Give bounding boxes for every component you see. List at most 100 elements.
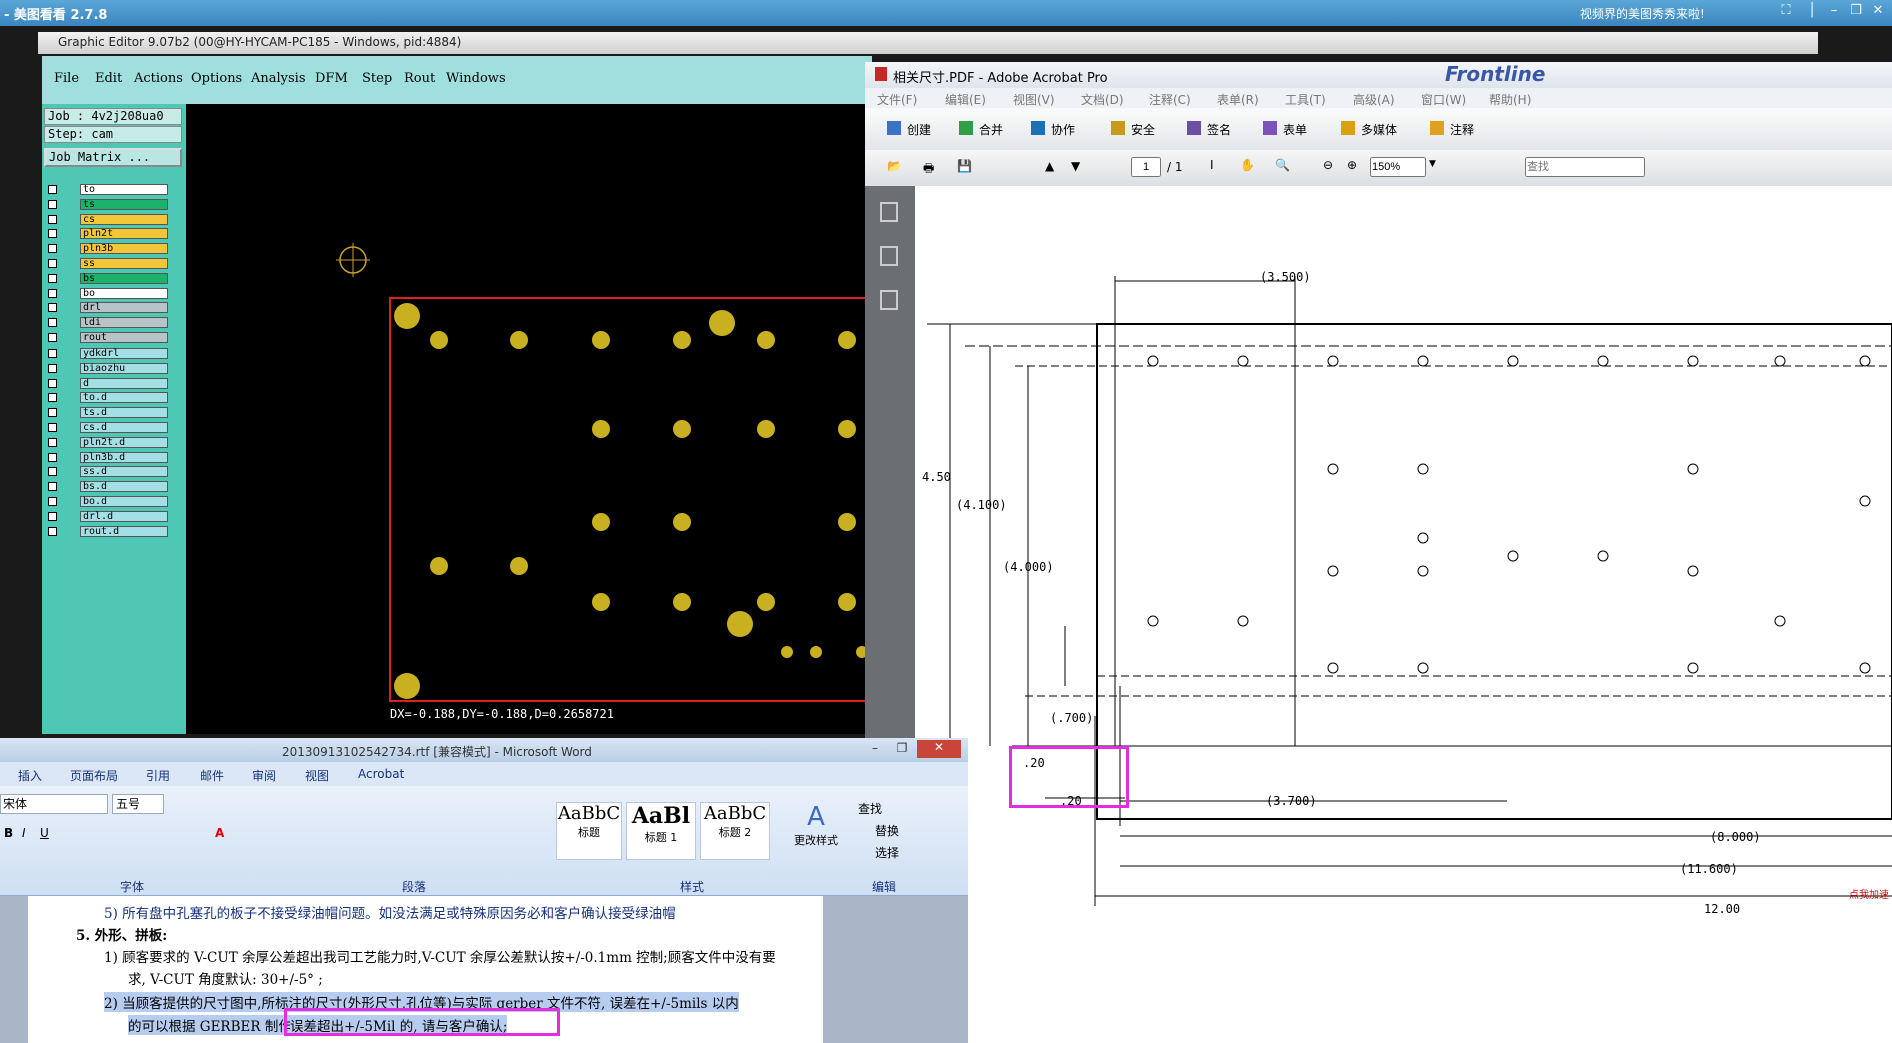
layer-row[interactable]: cs bbox=[48, 213, 178, 226]
style-heading-1[interactable]: AaBl 标题 1 bbox=[626, 802, 696, 860]
acrobat-menu-item[interactable]: 表单(R) bbox=[1217, 91, 1259, 108]
menu-file[interactable]: File bbox=[54, 71, 79, 86]
layer-row[interactable]: to bbox=[48, 184, 178, 196]
underline-button[interactable]: U bbox=[40, 826, 49, 840]
menu-rout[interactable]: Rout bbox=[404, 71, 435, 86]
acrobat-menu-item[interactable]: 注释(C) bbox=[1149, 91, 1191, 108]
word-tab[interactable]: Acrobat bbox=[358, 767, 404, 781]
layer-checkbox[interactable] bbox=[48, 393, 57, 403]
zoom-in-icon[interactable]: ⊕ bbox=[1347, 158, 1357, 172]
acrobat-menu-item[interactable]: 工具(T) bbox=[1285, 91, 1326, 108]
layer-checkbox[interactable] bbox=[48, 303, 57, 312]
layer-checkbox[interactable] bbox=[48, 288, 57, 298]
layer-row[interactable]: d bbox=[48, 377, 178, 390]
layer-row[interactable]: rout.d bbox=[48, 525, 178, 538]
word-restore-icon[interactable]: ❐ bbox=[890, 741, 914, 755]
toolbar-button[interactable]: 多媒体 bbox=[1361, 121, 1397, 138]
menu-options[interactable]: Options bbox=[191, 71, 242, 86]
layer-checkbox[interactable] bbox=[48, 349, 57, 358]
replace-button[interactable]: 替换 bbox=[875, 822, 899, 839]
pages-icon[interactable] bbox=[880, 202, 898, 222]
layer-row[interactable]: bs.d bbox=[48, 481, 178, 493]
zoom-input[interactable] bbox=[1370, 157, 1426, 177]
zoom-tool-icon[interactable]: 🔍 bbox=[1275, 158, 1290, 172]
find-input[interactable] bbox=[1525, 157, 1645, 177]
layer-row[interactable]: ldi bbox=[48, 316, 178, 329]
layer-checkbox[interactable] bbox=[48, 423, 57, 432]
layer-checkbox[interactable] bbox=[48, 467, 57, 477]
layer-row[interactable]: biaozhu bbox=[48, 362, 178, 375]
layer-row[interactable]: bo.d bbox=[48, 496, 178, 508]
word-page[interactable]: 5) 所有盘中孔塞孔的板子不接受绿油帽问题。如没法满足或特殊原因务必和客户确认接… bbox=[28, 896, 823, 1043]
layer-row[interactable]: drl bbox=[48, 302, 178, 314]
select-tool-icon[interactable]: I bbox=[1210, 158, 1214, 172]
acrobat-menu-item[interactable]: 编辑(E) bbox=[945, 91, 986, 108]
font-name-select[interactable]: 宋体 bbox=[0, 794, 108, 814]
acrobat-menu-item[interactable]: 文档(D) bbox=[1081, 91, 1124, 108]
pin-icon[interactable]: │ bbox=[1802, 3, 1822, 21]
layer-row[interactable]: ss bbox=[48, 258, 178, 270]
word-tab[interactable]: 视图 bbox=[305, 767, 329, 784]
minimize-icon[interactable]: – bbox=[1824, 3, 1844, 21]
word-tab[interactable]: 审阅 bbox=[252, 767, 276, 784]
save-icon[interactable]: 💾 bbox=[957, 159, 972, 173]
fullscreen-icon[interactable]: ⛶ bbox=[1776, 3, 1796, 21]
acrobat-menu-item[interactable]: 帮助(H) bbox=[1489, 91, 1531, 108]
italic-button[interactable]: I bbox=[22, 826, 26, 840]
toolbar-button[interactable]: 合并 bbox=[979, 121, 1003, 138]
layer-checkbox[interactable] bbox=[48, 482, 57, 492]
style-heading-2[interactable]: AaBbC 标题 2 bbox=[700, 802, 770, 860]
layer-row[interactable]: drl.d bbox=[48, 510, 178, 523]
toolbar-button[interactable]: 安全 bbox=[1131, 121, 1155, 138]
layer-row[interactable]: cs.d bbox=[48, 422, 178, 434]
layer-checkbox[interactable] bbox=[48, 273, 57, 283]
layer-checkbox[interactable] bbox=[48, 259, 57, 268]
layer-row[interactable]: ydkdrl bbox=[48, 348, 178, 360]
print-icon[interactable]: 🖶 bbox=[923, 159, 934, 180]
zoom-out-icon[interactable]: ⊖ bbox=[1323, 158, 1333, 172]
layer-row[interactable]: pln2t bbox=[48, 228, 178, 240]
toolbar-button[interactable]: 表单 bbox=[1283, 121, 1307, 138]
layer-checkbox[interactable] bbox=[48, 408, 57, 418]
layer-checkbox[interactable] bbox=[48, 378, 57, 388]
next-page-icon[interactable]: ▼ bbox=[1071, 159, 1080, 173]
layer-checkbox[interactable] bbox=[48, 214, 57, 224]
layer-checkbox[interactable] bbox=[48, 363, 57, 373]
acrobat-menu-item[interactable]: 窗口(W) bbox=[1421, 91, 1466, 108]
layer-row[interactable]: pln2t.d bbox=[48, 436, 178, 449]
speed-up-promo[interactable]: 点我加速 bbox=[1849, 886, 1892, 901]
style-normal[interactable]: AaBbC 标题 bbox=[556, 802, 622, 860]
font-color-button[interactable]: A bbox=[215, 826, 224, 840]
menu-windows[interactable]: Windows bbox=[446, 71, 506, 86]
layer-checkbox[interactable] bbox=[48, 244, 57, 254]
word-tab[interactable]: 页面布局 bbox=[70, 767, 118, 784]
close-icon[interactable]: ✕ bbox=[1868, 3, 1888, 21]
menu-edit[interactable]: Edit bbox=[95, 71, 122, 86]
layer-row[interactable]: to.d bbox=[48, 392, 178, 404]
acrobat-menu-item[interactable]: 文件(F) bbox=[877, 91, 917, 108]
layer-checkbox[interactable] bbox=[48, 332, 57, 342]
acrobat-menu-item[interactable]: 视图(V) bbox=[1013, 91, 1055, 108]
word-tab[interactable]: 引用 bbox=[146, 767, 170, 784]
layer-row[interactable]: ts bbox=[48, 198, 178, 211]
layer-checkbox[interactable] bbox=[48, 511, 57, 521]
layer-row[interactable]: bo bbox=[48, 287, 178, 300]
signatures-icon[interactable] bbox=[880, 290, 898, 310]
layer-checkbox[interactable] bbox=[48, 526, 57, 536]
menu-step[interactable]: Step bbox=[362, 71, 392, 86]
toolbar-button[interactable]: 签名 bbox=[1207, 121, 1231, 138]
layer-checkbox[interactable] bbox=[48, 229, 57, 239]
layer-checkbox[interactable] bbox=[48, 497, 57, 506]
menu-actions[interactable]: Actions bbox=[134, 71, 183, 86]
acrobat-menu-item[interactable]: 高级(A) bbox=[1353, 91, 1395, 108]
layer-checkbox[interactable] bbox=[48, 199, 57, 209]
layer-row[interactable]: pln3b.d bbox=[48, 451, 178, 464]
page-number-input[interactable] bbox=[1131, 157, 1161, 177]
bold-button[interactable]: B bbox=[4, 826, 13, 840]
word-tab[interactable]: 邮件 bbox=[200, 767, 224, 784]
toolbar-button[interactable]: 创建 bbox=[907, 121, 931, 138]
word-tab[interactable]: 插入 bbox=[18, 767, 42, 784]
change-styles-button[interactable]: A 更改样式 bbox=[788, 802, 844, 848]
layer-row[interactable]: rout bbox=[48, 331, 178, 344]
viewer-promo[interactable]: 视频界的美图秀秀来啦! bbox=[1580, 5, 1705, 22]
